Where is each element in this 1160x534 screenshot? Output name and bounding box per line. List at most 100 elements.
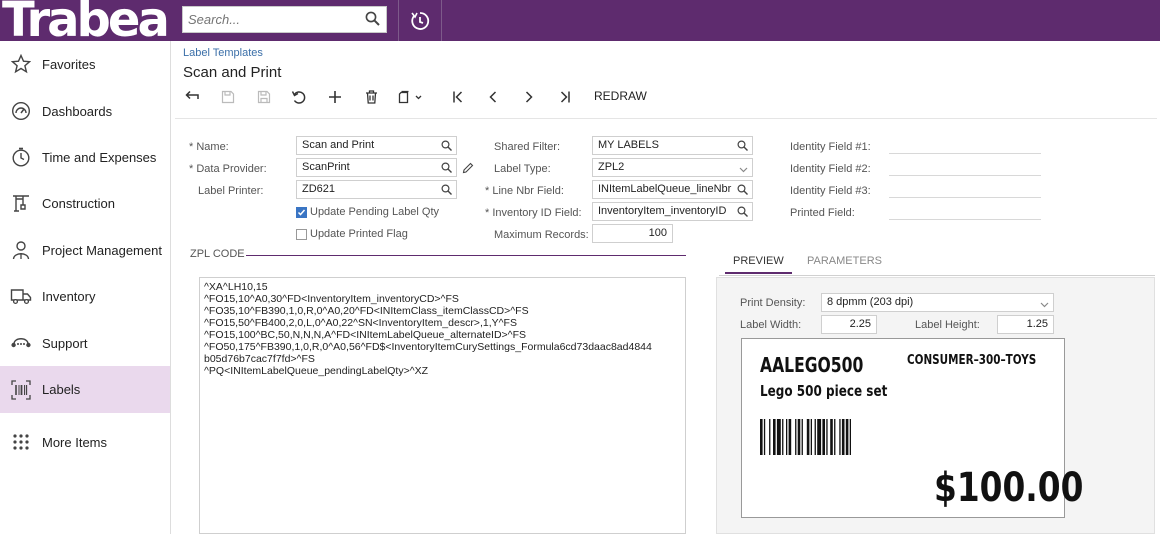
- barcode-bar: [845, 419, 849, 455]
- breadcrumb[interactable]: Label Templates: [183, 47, 263, 59]
- print-density-select[interactable]: 8 dpmm (203 dpi): [821, 293, 1054, 312]
- label-height-label: Label Height:: [915, 319, 980, 331]
- barcode-bar: [801, 419, 803, 455]
- zpl-code-editor[interactable]: ^XA^LH10,15 ^FO15,10^A0,30^FD<InventoryI…: [199, 277, 686, 534]
- sidebar-item-label: Favorites: [42, 56, 96, 72]
- sidebar-item-more-items[interactable]: More Items: [0, 419, 170, 465]
- identity-field-1[interactable]: [889, 153, 1041, 154]
- identity-field-2[interactable]: [889, 175, 1041, 176]
- zpl-line: ^PQ<INItemLabelQueue_pendingLabelQty>^XZ: [204, 365, 429, 377]
- last-record-button[interactable]: [554, 87, 576, 107]
- preview-panel: Print Density: 8 dpmm (203 dpi) Label Wi…: [716, 277, 1155, 534]
- support-icon: [0, 333, 42, 353]
- identity-field-3[interactable]: [889, 197, 1041, 198]
- label-width-field[interactable]: 2.25: [821, 315, 877, 334]
- update-printed-checkbox[interactable]: Update Printed Flag: [296, 228, 408, 240]
- search-icon[interactable]: [441, 140, 452, 154]
- star-icon: [0, 54, 42, 74]
- barcode-bar: [817, 419, 822, 455]
- inventory-id-field[interactable]: InventoryItem_inventoryID: [592, 202, 753, 221]
- search-icon[interactable]: [441, 184, 452, 198]
- search-icon[interactable]: [441, 162, 452, 176]
- barcode-bar: [834, 419, 836, 455]
- truck-icon: [0, 286, 42, 306]
- sidebar-item-inventory[interactable]: Inventory: [0, 273, 170, 319]
- zpl-line: ^XA^LH10,15: [204, 281, 268, 293]
- sidebar-item-label: Dashboards: [42, 103, 113, 119]
- tab-parameters[interactable]: PARAMETERS: [807, 255, 882, 267]
- delete-button[interactable]: [360, 87, 382, 107]
- search-icon[interactable]: [737, 206, 748, 220]
- label-printer-field[interactable]: ZD621: [296, 180, 457, 199]
- previous-record-button[interactable]: [482, 87, 504, 107]
- divider: [398, 0, 399, 41]
- shared-filter-field[interactable]: MY LABELS: [592, 136, 753, 155]
- printed-field[interactable]: [889, 219, 1041, 220]
- save-button[interactable]: [253, 87, 275, 107]
- search-icon[interactable]: [737, 184, 748, 198]
- sidebar-item-project-management[interactable]: Project Management: [0, 227, 170, 273]
- top-bar: Trabea: [0, 0, 1160, 41]
- chevron-down-icon[interactable]: [1040, 299, 1049, 311]
- sidebar-item-time-and-expenses[interactable]: Time and Expenses: [0, 134, 170, 180]
- search-box[interactable]: [182, 6, 387, 33]
- barcode-bar: [841, 419, 845, 455]
- line-nbr-field[interactable]: INItemLabelQueue_lineNbr: [592, 180, 753, 199]
- sidebar-item-favorites[interactable]: Favorites: [0, 41, 170, 87]
- first-record-button[interactable]: [447, 87, 469, 107]
- line-nbr-label: * Line Nbr Field:: [485, 185, 564, 197]
- preview-tabs: PREVIEW PARAMETERS: [719, 253, 1155, 276]
- barcode-bar: [788, 419, 792, 455]
- next-record-button[interactable]: [518, 87, 540, 107]
- zpl-line: ^FO15,100^BC,50,N,N,N,A^FD<INItemLabelQu…: [204, 329, 527, 341]
- checkbox-checked-icon[interactable]: [296, 206, 307, 218]
- barcode-bar: [769, 419, 771, 455]
- construction-icon: [0, 193, 42, 213]
- sidebar-item-label: Construction: [42, 195, 115, 211]
- sidebar-item-dashboards[interactable]: Dashboards: [0, 88, 170, 134]
- search-input[interactable]: [183, 7, 353, 32]
- label-printer-label: Label Printer:: [198, 185, 264, 197]
- tab-preview[interactable]: PREVIEW: [725, 255, 792, 274]
- chevron-down-icon[interactable]: [739, 164, 748, 176]
- search-icon[interactable]: [365, 11, 380, 31]
- barcode-bar: [806, 419, 810, 455]
- save-and-close-button[interactable]: [217, 87, 239, 107]
- edit-pencil-icon[interactable]: [462, 161, 474, 179]
- max-records-label: Maximum Records:: [494, 229, 589, 241]
- sidebar-item-label: Project Management: [42, 242, 162, 258]
- inventory-id-label: * Inventory ID Field:: [485, 207, 582, 219]
- barcode-bar: [773, 419, 776, 455]
- sidebar-item-labels[interactable]: Labels: [0, 366, 170, 413]
- back-button[interactable]: [181, 87, 203, 107]
- zpl-line: ^FO50,175^FB390,1,0,R,0^A0,56^FD$<Invent…: [204, 341, 652, 353]
- undo-button[interactable]: [288, 87, 310, 107]
- barcode-bar: [849, 419, 851, 455]
- copy-paste-button[interactable]: [396, 87, 426, 107]
- label-description: Lego 500 piece set: [760, 382, 888, 400]
- shared-filter-label: Shared Filter:: [494, 141, 561, 153]
- label-type-select[interactable]: ZPL2: [592, 158, 753, 177]
- divider: [441, 0, 442, 41]
- sidebar-item-label: More Items: [42, 434, 108, 450]
- barcode-bar: [795, 419, 797, 455]
- label-width-label: Label Width:: [740, 319, 802, 331]
- max-records-field[interactable]: 100: [592, 224, 673, 243]
- redraw-button[interactable]: REDRAW: [594, 89, 647, 103]
- search-icon[interactable]: [737, 140, 748, 154]
- sidebar-item-construction[interactable]: Construction: [0, 180, 170, 226]
- sidebar: Favorites Dashboards Time and Expenses C…: [0, 41, 171, 534]
- sidebar-item-support[interactable]: Support: [0, 320, 170, 366]
- barcode-bar: [763, 419, 766, 455]
- data-provider-field[interactable]: ScanPrint: [296, 158, 457, 177]
- history-icon[interactable]: [409, 10, 431, 37]
- update-pending-checkbox[interactable]: Update Pending Label Qty: [296, 206, 439, 218]
- clock-icon: [0, 147, 42, 167]
- logo[interactable]: Trabea: [0, 0, 171, 41]
- label-height-field[interactable]: 1.25: [997, 315, 1054, 334]
- barcode-bar: [782, 419, 784, 455]
- label-item-class: CONSUMER–300–TOYS: [907, 353, 1037, 368]
- add-button[interactable]: [324, 87, 346, 107]
- name-field[interactable]: Scan and Print: [296, 136, 457, 155]
- checkbox-unchecked-icon[interactable]: [296, 228, 307, 240]
